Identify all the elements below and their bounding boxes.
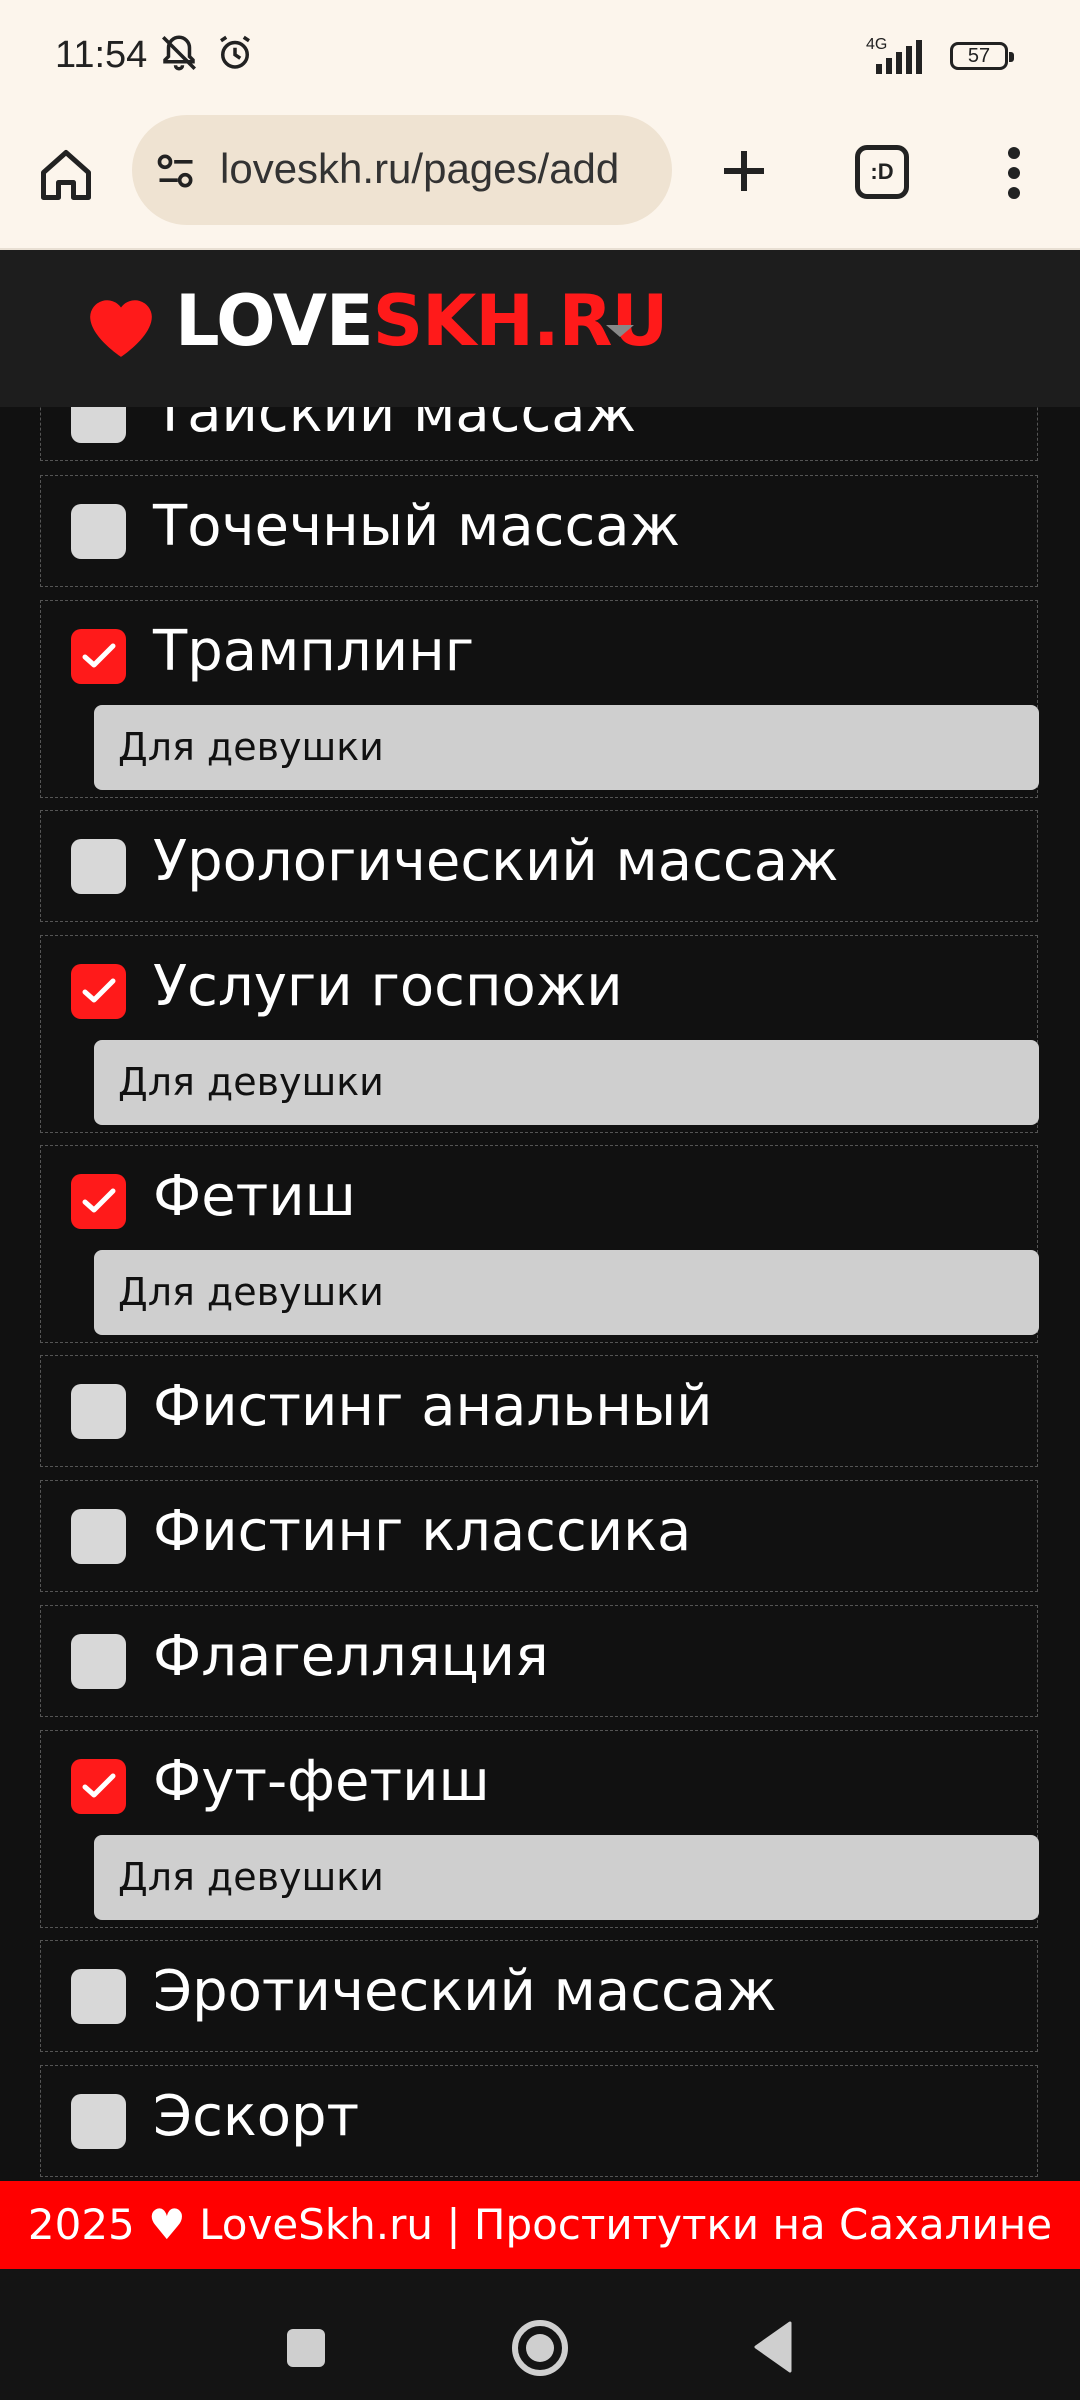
list-item: Тайский массаж (40, 407, 1038, 461)
dropdown-caret-icon[interactable] (606, 325, 634, 337)
service-label[interactable]: Трамплинг (153, 619, 474, 684)
back-triangle-icon[interactable] (752, 2321, 792, 2373)
list-item: Урологический массаж (40, 810, 1038, 922)
checkbox-checked[interactable] (71, 964, 126, 1019)
status-time: 11:54 (55, 34, 148, 76)
checkbox[interactable] (71, 1384, 126, 1439)
list-item: Фистинг классика (40, 1480, 1038, 1592)
service-label[interactable]: Услуги госпожи (153, 954, 623, 1019)
list-item: Трамплинг Для девушки (40, 600, 1039, 798)
target-select[interactable]: Для девушки (94, 1250, 1039, 1335)
list-item: Точечный массаж (40, 475, 1038, 587)
checkbox[interactable] (71, 1969, 126, 2024)
site-header: LOVESKH.RU (0, 250, 1080, 407)
battery-icon: 57 (950, 42, 1014, 70)
home-icon[interactable] (36, 145, 96, 205)
list-item: Фетиш Для девушки (40, 1145, 1039, 1343)
service-label[interactable]: Фистинг анальный (153, 1374, 713, 1439)
checkbox[interactable] (71, 1509, 126, 1564)
checkbox[interactable] (71, 1634, 126, 1689)
url-text[interactable]: loveskh.ru/pages/add (220, 145, 660, 193)
list-item: Фут-фетиш Для девушки (40, 1730, 1039, 1928)
checkbox-checked[interactable] (71, 1759, 126, 1814)
alarm-clock-icon (220, 35, 250, 69)
target-select[interactable]: Для девушки (94, 705, 1039, 790)
tab-switcher-icon[interactable]: :D (855, 145, 909, 199)
tab-switcher-label: :D (870, 159, 894, 184)
service-label[interactable]: Флагелляция (153, 1624, 549, 1689)
list-item: Флагелляция (40, 1605, 1038, 1717)
site-footer: 2025 ♥ LoveSkh.ru | Проститутки на Сахал… (0, 2181, 1080, 2269)
site-settings-icon[interactable] (154, 149, 198, 193)
list-item: Фистинг анальный (40, 1355, 1038, 1467)
checkbox[interactable] (71, 407, 126, 443)
check-icon (82, 1188, 116, 1213)
heart-icon (90, 300, 152, 357)
list-item: Эскорт (40, 2065, 1038, 2177)
service-label[interactable]: Фетиш (153, 1164, 356, 1229)
check-icon (82, 1773, 116, 1798)
list-item: Эротический массаж (40, 1940, 1038, 2052)
service-label[interactable]: Эротический массаж (153, 1959, 777, 2024)
battery-level: 57 (967, 45, 991, 67)
check-icon (82, 978, 116, 1003)
select-value: Для девушки (118, 1270, 384, 1314)
checkbox[interactable] (71, 504, 126, 559)
service-label[interactable]: Тайский массаж (153, 407, 636, 445)
signal-bars-icon (876, 40, 922, 74)
service-label[interactable]: Фистинг классика (153, 1499, 691, 1564)
logo-part-domain: SKH.RU (372, 280, 669, 362)
browser-toolbar: loveskh.ru/pages/add :D (0, 115, 1080, 250)
address-bar[interactable]: loveskh.ru/pages/add (132, 115, 672, 225)
recents-square-icon[interactable] (287, 2329, 325, 2367)
select-value: Для девушки (118, 725, 384, 769)
home-circle-icon[interactable] (511, 2319, 569, 2377)
bell-off-icon (162, 35, 196, 71)
target-select[interactable]: Для девушки (94, 1040, 1039, 1125)
more-vert-icon[interactable] (996, 143, 1032, 203)
list-item: Услуги госпожи Для девушки (40, 935, 1039, 1133)
services-list: Тайский массаж Точечный массаж Трамплинг… (0, 407, 1080, 2180)
target-select[interactable]: Для девушки (94, 1835, 1039, 1920)
checkbox[interactable] (71, 839, 126, 894)
logo-part-love: LOVE (175, 280, 374, 362)
select-value: Для девушки (118, 1855, 384, 1899)
checkbox-checked[interactable] (71, 1174, 126, 1229)
status-bar: 11:54 4G 57 (0, 0, 1080, 115)
site-logo[interactable]: LOVESKH.RU (175, 280, 669, 362)
system-nav-bar (0, 2269, 1080, 2400)
checkbox-checked[interactable] (71, 629, 126, 684)
new-tab-plus-icon[interactable] (714, 141, 774, 201)
service-label[interactable]: Точечный массаж (153, 494, 680, 559)
check-icon (82, 643, 116, 668)
checkbox[interactable] (71, 2094, 126, 2149)
service-label[interactable]: Эскорт (153, 2084, 359, 2149)
select-value: Для девушки (118, 1060, 384, 1104)
service-label[interactable]: Урологический массаж (153, 829, 838, 894)
service-label[interactable]: Фут-фетиш (153, 1749, 490, 1814)
